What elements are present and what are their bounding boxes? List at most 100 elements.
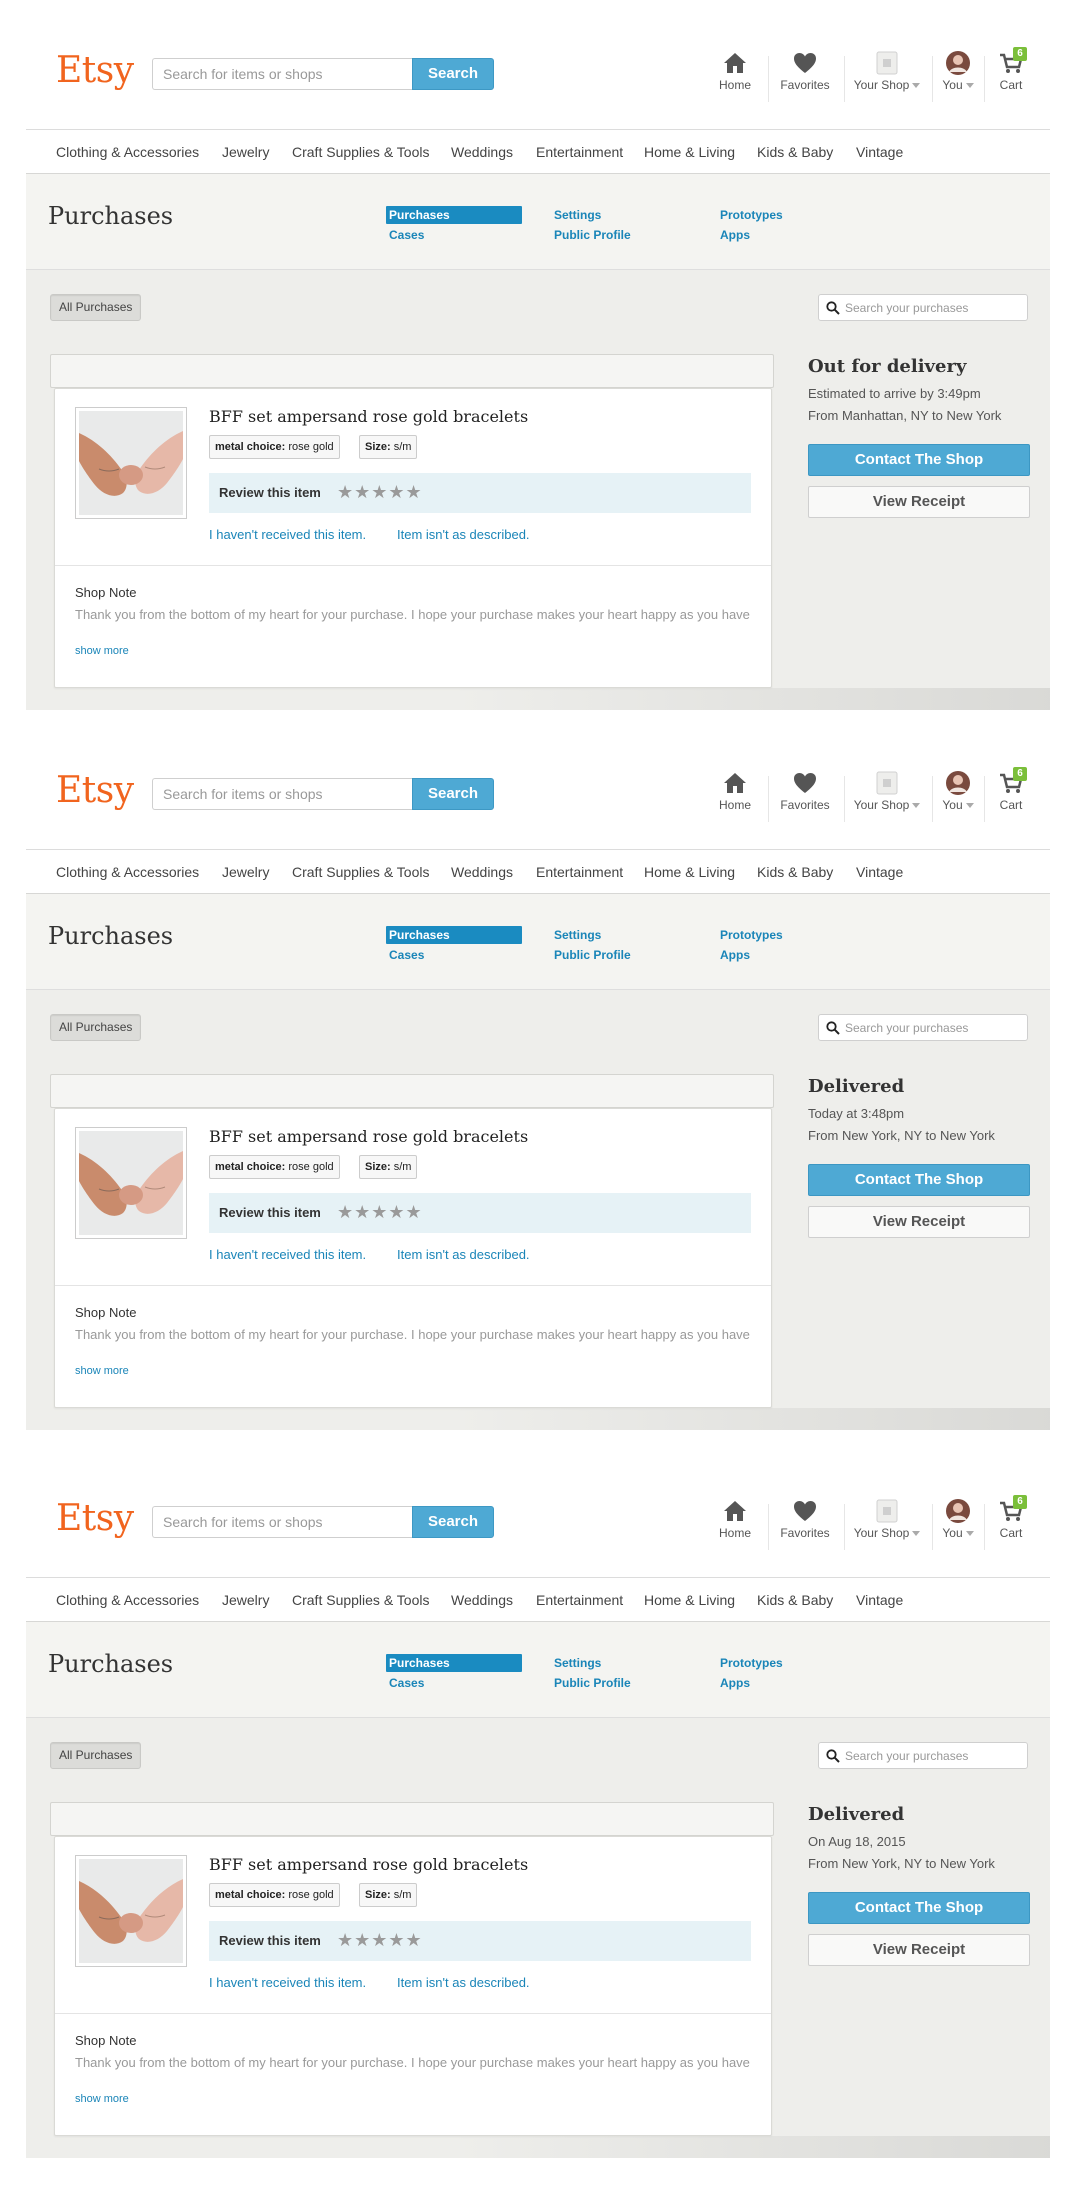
category-kids-baby[interactable]: Kids & Baby [757, 864, 833, 880]
nav-home[interactable]: Home [710, 1498, 760, 1558]
tab-prototypes[interactable]: Prototypes [720, 208, 783, 222]
star-rating-input[interactable]: ★★★★★ [337, 1202, 423, 1223]
site-search-button[interactable]: Search [412, 58, 494, 90]
not-as-described-link[interactable]: Item isn't as described. [397, 1247, 530, 1262]
category-entertainment[interactable]: Entertainment [536, 864, 623, 880]
purchases-search-placeholder: Search your purchases [845, 1749, 969, 1763]
category-craft-supplies[interactable]: Craft Supplies & Tools [292, 144, 429, 160]
tab-purchases[interactable]: Purchases [386, 1654, 522, 1672]
not-as-described-link[interactable]: Item isn't as described. [397, 1975, 530, 1990]
tab-apps[interactable]: Apps [720, 228, 750, 242]
shipping-route: From New York, NY to New York [808, 1856, 995, 1871]
site-search-input[interactable]: Search for items or shops [152, 1506, 414, 1538]
nav-cart[interactable]: 6 Cart [990, 1495, 1032, 1558]
tab-prototypes[interactable]: Prototypes [720, 1656, 783, 1670]
category-clothing[interactable]: Clothing & Accessories [56, 864, 199, 880]
cart-icon: 6 [996, 1495, 1027, 1526]
nav-cart[interactable]: 6 Cart [990, 47, 1032, 110]
all-purchases-button[interactable]: All Purchases [50, 294, 142, 321]
show-more-link[interactable]: show more [75, 1365, 129, 1377]
category-vintage[interactable]: Vintage [856, 1592, 903, 1608]
not-as-described-link[interactable]: Item isn't as described. [397, 527, 530, 542]
tab-prototypes[interactable]: Prototypes [720, 928, 783, 942]
tab-cases[interactable]: Cases [389, 1676, 424, 1690]
nav-favorites[interactable]: Favorites [774, 770, 836, 830]
category-home-living[interactable]: Home & Living [644, 864, 735, 880]
account-subnav: Purchases Purchases Cases Settings Publi… [26, 1622, 1050, 1718]
show-more-link[interactable]: show more [75, 2093, 129, 2105]
item-title[interactable]: BFF set ampersand rose gold bracelets [209, 1855, 528, 1874]
category-weddings[interactable]: Weddings [451, 1592, 513, 1608]
not-received-link[interactable]: I haven't received this item. [209, 1247, 366, 1262]
category-jewelry[interactable]: Jewelry [222, 1592, 269, 1608]
tab-settings[interactable]: Settings [554, 1656, 601, 1670]
category-entertainment[interactable]: Entertainment [536, 144, 623, 160]
tab-apps[interactable]: Apps [720, 948, 750, 962]
star-rating-input[interactable]: ★★★★★ [337, 1930, 423, 1951]
nav-your-shop[interactable]: Your Shop [848, 50, 926, 110]
category-jewelry[interactable]: Jewelry [222, 864, 269, 880]
tab-public-profile[interactable]: Public Profile [554, 948, 631, 962]
category-weddings[interactable]: Weddings [451, 864, 513, 880]
tab-cases[interactable]: Cases [389, 228, 424, 242]
category-kids-baby[interactable]: Kids & Baby [757, 144, 833, 160]
category-entertainment[interactable]: Entertainment [536, 1592, 623, 1608]
view-receipt-button[interactable]: View Receipt [808, 486, 1030, 518]
nav-you[interactable]: You [938, 770, 978, 830]
category-jewelry[interactable]: Jewelry [222, 144, 269, 160]
nav-you[interactable]: You [938, 50, 978, 110]
all-purchases-button[interactable]: All Purchases [50, 1742, 142, 1769]
category-clothing[interactable]: Clothing & Accessories [56, 1592, 199, 1608]
category-weddings[interactable]: Weddings [451, 144, 513, 160]
all-purchases-button[interactable]: All Purchases [50, 1014, 142, 1041]
etsy-logo[interactable]: Etsy [56, 1498, 134, 1539]
item-thumbnail[interactable] [75, 1127, 187, 1239]
tab-settings[interactable]: Settings [554, 928, 601, 942]
not-received-link[interactable]: I haven't received this item. [209, 1975, 366, 1990]
site-search-button[interactable]: Search [412, 778, 494, 810]
tab-apps[interactable]: Apps [720, 1676, 750, 1690]
category-home-living[interactable]: Home & Living [644, 144, 735, 160]
category-craft-supplies[interactable]: Craft Supplies & Tools [292, 1592, 429, 1608]
purchases-search-input[interactable]: Search your purchases [818, 1014, 1028, 1041]
nav-favorites[interactable]: Favorites [774, 1498, 836, 1558]
nav-favorites[interactable]: Favorites [774, 50, 836, 110]
category-vintage[interactable]: Vintage [856, 864, 903, 880]
nav-home[interactable]: Home [710, 50, 760, 110]
item-title[interactable]: BFF set ampersand rose gold bracelets [209, 407, 528, 426]
site-search-button[interactable]: Search [412, 1506, 494, 1538]
category-clothing[interactable]: Clothing & Accessories [56, 144, 199, 160]
contact-shop-button[interactable]: Contact The Shop [808, 444, 1030, 476]
etsy-logo[interactable]: Etsy [56, 770, 134, 811]
contact-shop-button[interactable]: Contact The Shop [808, 1892, 1030, 1924]
category-vintage[interactable]: Vintage [856, 144, 903, 160]
nav-cart[interactable]: 6 Cart [990, 767, 1032, 830]
etsy-logo[interactable]: Etsy [56, 50, 134, 91]
tab-public-profile[interactable]: Public Profile [554, 1676, 631, 1690]
category-craft-supplies[interactable]: Craft Supplies & Tools [292, 864, 429, 880]
item-title[interactable]: BFF set ampersand rose gold bracelets [209, 1127, 528, 1146]
not-received-link[interactable]: I haven't received this item. [209, 527, 366, 542]
site-search-input[interactable]: Search for items or shops [152, 778, 414, 810]
tab-purchases[interactable]: Purchases [386, 206, 522, 224]
star-rating-input[interactable]: ★★★★★ [337, 482, 423, 503]
tab-settings[interactable]: Settings [554, 208, 601, 222]
item-thumbnail[interactable] [75, 1855, 187, 1967]
tab-purchases[interactable]: Purchases [386, 926, 522, 944]
item-thumbnail[interactable] [75, 407, 187, 519]
purchases-search-input[interactable]: Search your purchases [818, 294, 1028, 321]
purchases-search-input[interactable]: Search your purchases [818, 1742, 1028, 1769]
view-receipt-button[interactable]: View Receipt [808, 1206, 1030, 1238]
nav-your-shop[interactable]: Your Shop [848, 1498, 926, 1558]
site-search-input[interactable]: Search for items or shops [152, 58, 414, 90]
category-kids-baby[interactable]: Kids & Baby [757, 1592, 833, 1608]
show-more-link[interactable]: show more [75, 645, 129, 657]
category-home-living[interactable]: Home & Living [644, 1592, 735, 1608]
nav-your-shop[interactable]: Your Shop [848, 770, 926, 830]
nav-home[interactable]: Home [710, 770, 760, 830]
view-receipt-button[interactable]: View Receipt [808, 1934, 1030, 1966]
nav-you[interactable]: You [938, 1498, 978, 1558]
contact-shop-button[interactable]: Contact The Shop [808, 1164, 1030, 1196]
tab-cases[interactable]: Cases [389, 948, 424, 962]
tab-public-profile[interactable]: Public Profile [554, 228, 631, 242]
